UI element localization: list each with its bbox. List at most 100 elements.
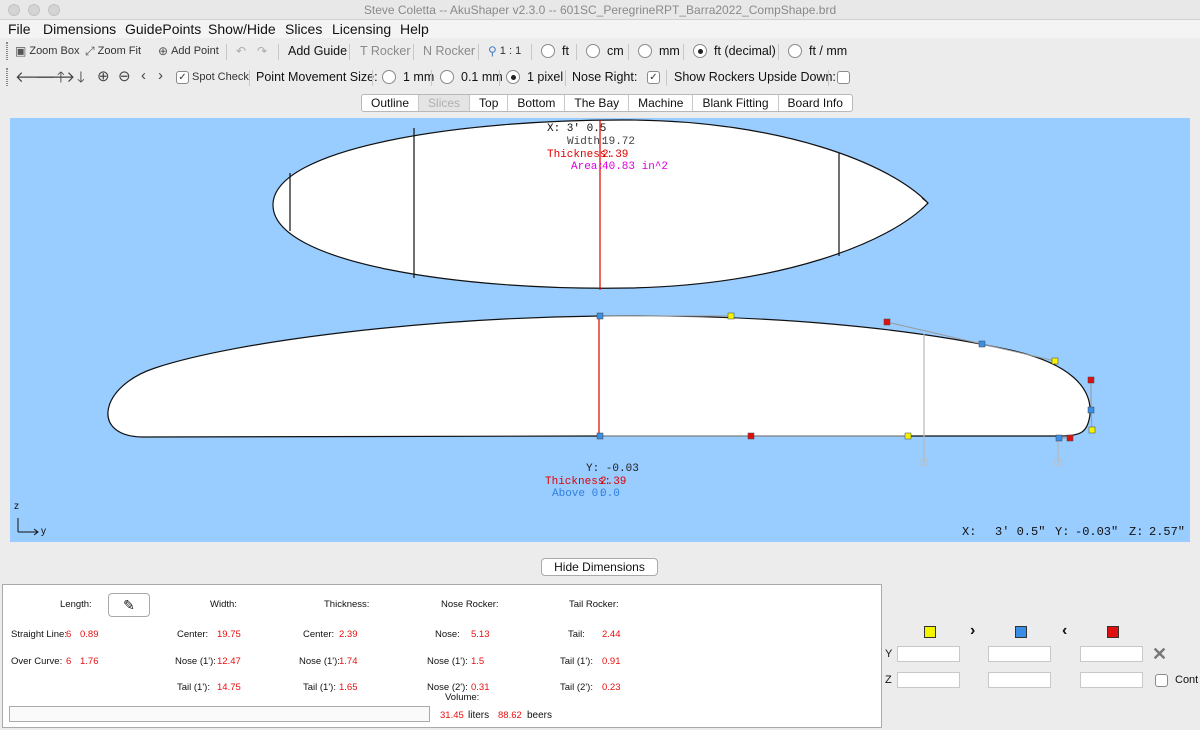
yellow-z-field[interactable] bbox=[897, 672, 960, 688]
movement-0-1mm-radio[interactable]: 0.1 mm bbox=[440, 69, 503, 85]
over-curve-label: Over Curve: bbox=[11, 656, 63, 667]
tail-rocker-heading: Tail Rocker: bbox=[569, 599, 619, 610]
spot-check-button[interactable]: ✓ Spot Check bbox=[176, 69, 249, 85]
red-point-selector[interactable] bbox=[1107, 626, 1119, 638]
continuous-label: Cont bbox=[1175, 674, 1199, 686]
menu-show-hide[interactable]: Show/Hide bbox=[208, 21, 276, 37]
show-rockers-upside-down-checkbox[interactable] bbox=[837, 69, 850, 85]
unit-cm-radio[interactable]: cm bbox=[586, 43, 624, 59]
tail-rocker-1ft-label: Tail (1'): bbox=[560, 656, 593, 667]
straight-line-in: 0.89 bbox=[80, 629, 99, 640]
z-label: Z bbox=[885, 674, 892, 686]
menu-dimensions[interactable]: Dimensions bbox=[43, 21, 116, 37]
movement-1mm-radio[interactable]: 1 mm bbox=[382, 69, 434, 85]
undo-icon: ↶ bbox=[236, 44, 247, 58]
n-rocker-button[interactable]: N Rocker bbox=[423, 43, 475, 59]
coord-z-label: Z: bbox=[1129, 525, 1144, 539]
volume-progress-bar bbox=[9, 706, 430, 722]
tab-outline[interactable]: Outline bbox=[362, 95, 420, 111]
add-guide-button[interactable]: Add Guide bbox=[288, 43, 347, 59]
design-canvas[interactable]: X: 3' 0.5 Width: 19.72 Thickness: 2.39 A… bbox=[10, 118, 1190, 542]
menu-guidepoints[interactable]: GuidePoints bbox=[125, 21, 201, 37]
yellow-y-field[interactable] bbox=[897, 646, 960, 662]
tail-rocker-2ft-value: 0.23 bbox=[602, 682, 621, 693]
tab-slices[interactable]: Slices bbox=[419, 95, 471, 111]
zoom-fit-button[interactable]: ⤢ Zoom Fit bbox=[85, 43, 141, 59]
blue-point-selector[interactable] bbox=[1015, 626, 1027, 638]
t-rocker-button[interactable]: T Rocker bbox=[360, 43, 410, 59]
show-rockers-upside-down-label: Show Rockers Upside Down: bbox=[674, 70, 836, 84]
menu-help[interactable]: Help bbox=[400, 21, 429, 37]
scale-button[interactable]: ⚲ 1 : 1 bbox=[488, 43, 521, 59]
red-y-field[interactable] bbox=[1080, 646, 1143, 662]
ruler-icon: ⚲ bbox=[488, 44, 497, 58]
hide-dimensions-button[interactable]: Hide Dimensions bbox=[541, 558, 658, 576]
pencil-icon: ✎ bbox=[123, 597, 135, 613]
y-label: Y bbox=[885, 648, 893, 660]
thickness-readout-value: 2.39 bbox=[602, 149, 629, 161]
coord-y-label: Y: bbox=[1055, 525, 1070, 539]
add-point-button[interactable]: ⊕ Add Point bbox=[158, 43, 219, 59]
tab-the-bay[interactable]: The Bay bbox=[565, 95, 630, 111]
thickness-tail-value: 1.65 bbox=[339, 682, 358, 693]
length-heading: Length: bbox=[60, 599, 92, 610]
zoom-out-icon[interactable]: ⊖ bbox=[118, 67, 131, 85]
coord-x-label: X: bbox=[962, 525, 977, 539]
zoom-in-icon[interactable]: ⊕ bbox=[97, 67, 110, 85]
red-z-field[interactable] bbox=[1080, 672, 1143, 688]
width-tail-label: Tail (1'): bbox=[177, 682, 210, 693]
rocker-thickness-value: 2.39 bbox=[600, 476, 627, 488]
coord-x-value: 3' 0.5" bbox=[995, 525, 1046, 539]
edit-length-button[interactable]: ✎ bbox=[108, 593, 150, 617]
continuous-checkbox[interactable] bbox=[1155, 674, 1168, 687]
redo-icon: ↷ bbox=[257, 44, 268, 58]
toolbar-grip-2[interactable] bbox=[6, 68, 8, 86]
tab-machine[interactable]: Machine bbox=[629, 95, 694, 111]
unit-ft-radio[interactable]: ft bbox=[541, 43, 569, 59]
above-zero-label: Above 0: bbox=[552, 488, 605, 500]
control-point-red bbox=[1066, 434, 1074, 442]
close-icon[interactable]: ✕ bbox=[1152, 644, 1167, 665]
spot-check-icon: ✓ bbox=[176, 70, 189, 84]
nose-rocker-1ft-value: 1.5 bbox=[471, 656, 485, 667]
width-center-value: 19.75 bbox=[217, 629, 241, 640]
control-point-yellow bbox=[1051, 357, 1059, 365]
main-toolbar: ▣ Zoom Box ⤢ Zoom Fit ⊕ Add Point ↶ ↷ Ad… bbox=[0, 38, 1200, 64]
arrow-right-icon[interactable]: 🡒 bbox=[35, 67, 75, 86]
unit-ft-decimal-radio[interactable]: ft (decimal) bbox=[693, 43, 776, 59]
window-title: Steve Coletta -- AkuShaper v2.3.0 -- 601… bbox=[363, 3, 837, 17]
unit-mm-radio[interactable]: mm bbox=[638, 43, 680, 59]
control-point-blue bbox=[1087, 406, 1095, 414]
movement-1pixel-radio[interactable]: 1 pixel bbox=[506, 69, 563, 85]
zoom-box-button[interactable]: ▣ Zoom Box bbox=[15, 43, 79, 59]
tab-blank-fitting[interactable]: Blank Fitting bbox=[693, 95, 779, 111]
blue-y-field[interactable] bbox=[988, 646, 1051, 662]
navigation-toolbar: 🡐 🡒 🡑 🡓 ⊕ ⊖ ‹ › ✓ Spot Check Point Movem… bbox=[0, 64, 1200, 90]
thickness-center-value: 2.39 bbox=[339, 629, 358, 640]
menu-slices[interactable]: Slices bbox=[285, 21, 322, 37]
thickness-tail-label: Tail (1'): bbox=[303, 682, 336, 693]
control-point-red bbox=[883, 318, 891, 326]
arrow-up-icon[interactable]: 🡑 bbox=[57, 67, 65, 92]
chevron-right-icon[interactable]: › bbox=[158, 67, 163, 84]
blue-z-field[interactable] bbox=[988, 672, 1051, 688]
thickness-center-label: Center: bbox=[303, 629, 335, 640]
menu-file[interactable]: File bbox=[8, 21, 31, 37]
tab-board-info[interactable]: Board Info bbox=[779, 95, 852, 111]
tail-rocker-1ft-value: 0.91 bbox=[602, 656, 621, 667]
nose-right-checkbox[interactable]: ✓ bbox=[647, 69, 660, 85]
point-movement-label: Point Movement Size: bbox=[256, 70, 378, 84]
redo-button[interactable]: ↷ bbox=[257, 43, 267, 59]
zoom-box-icon: ▣ bbox=[15, 44, 27, 58]
unit-ft-mm-radio[interactable]: ft / mm bbox=[788, 43, 847, 59]
tab-top[interactable]: Top bbox=[470, 95, 509, 111]
chevron-left-icon[interactable]: ‹ bbox=[141, 67, 146, 84]
toolbar-grip[interactable] bbox=[6, 42, 8, 60]
undo-button[interactable]: ↶ bbox=[236, 43, 246, 59]
tab-bottom[interactable]: Bottom bbox=[508, 95, 566, 111]
yellow-point-selector[interactable] bbox=[924, 626, 936, 638]
thickness-nose-label: Nose (1'): bbox=[299, 656, 340, 667]
menu-licensing[interactable]: Licensing bbox=[332, 21, 391, 37]
thickness-heading: Thickness: bbox=[324, 599, 370, 610]
arrow-down-icon[interactable]: 🡓 bbox=[77, 67, 85, 92]
